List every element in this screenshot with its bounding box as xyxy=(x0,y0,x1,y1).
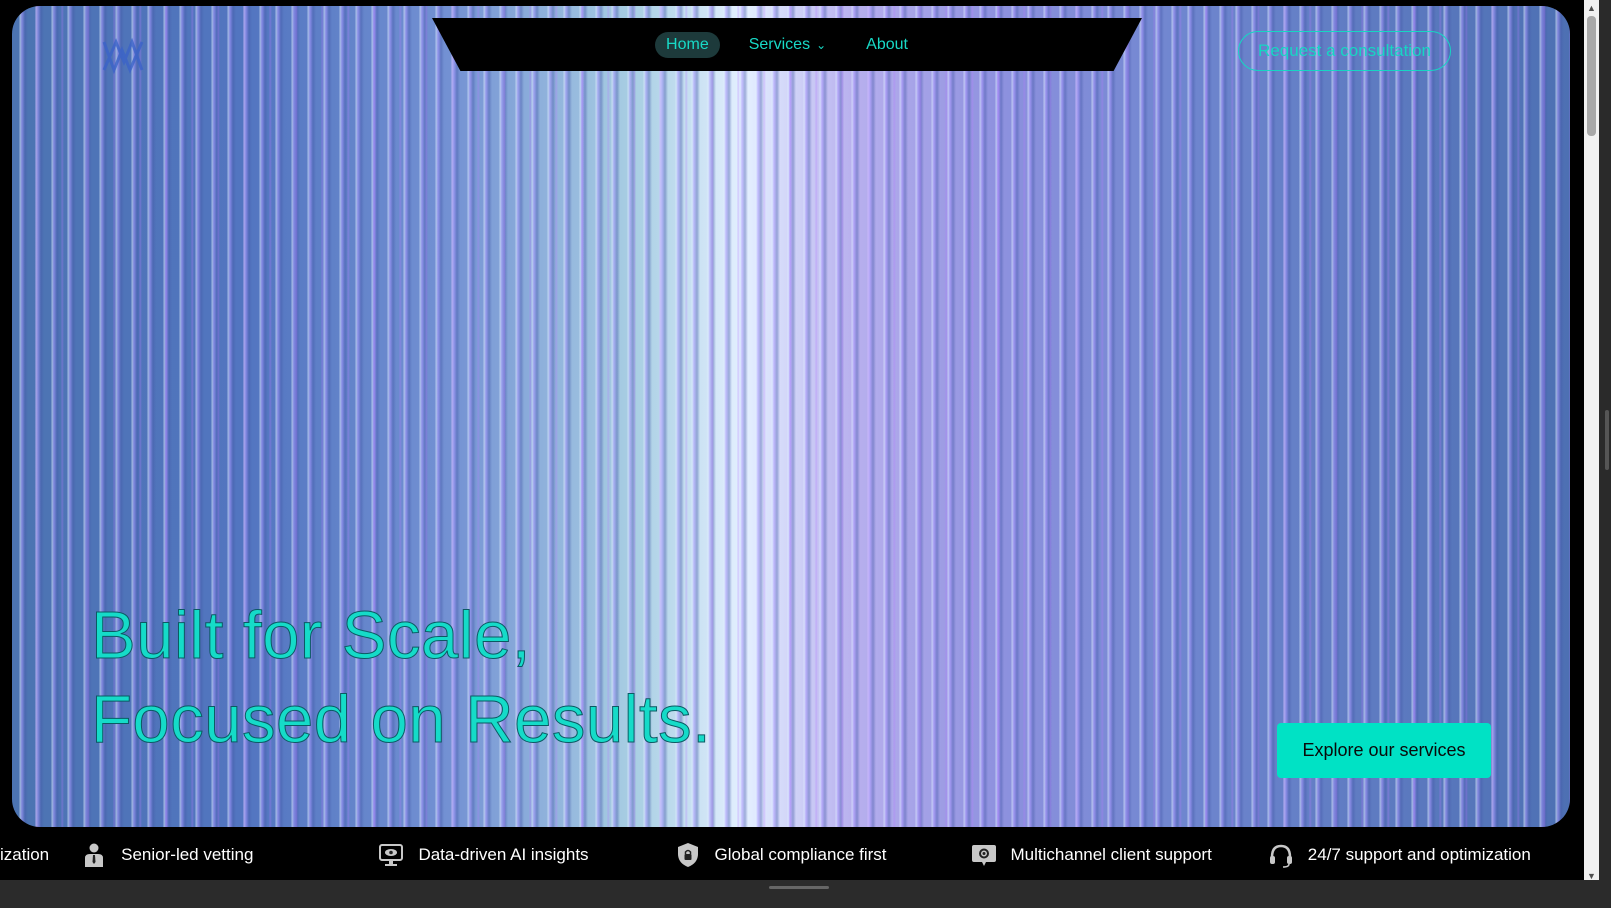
brand-logo-icon[interactable] xyxy=(100,36,146,76)
ticker-item: Global compliance first xyxy=(675,842,887,868)
main-nav: Home Services ⌄ About xyxy=(432,18,1142,71)
hero-section: Home Services ⌄ About Request a consultat… xyxy=(12,6,1570,827)
hero-headline-line-2: Focused on Results. xyxy=(90,682,712,758)
bottom-drag-handle[interactable] xyxy=(769,886,829,889)
nav-item-services-label: Services xyxy=(748,36,811,53)
hero-headline: Built for Scale, Focused on Results. xyxy=(90,594,712,762)
resize-handle[interactable] xyxy=(1605,410,1609,470)
scrollbar-thumb[interactable] xyxy=(1587,16,1596,136)
ticker-item-label: 24/7 support and optimization xyxy=(1307,845,1531,864)
request-consultation-button[interactable]: Request a consultation xyxy=(1238,31,1451,71)
ticker-item-label: Senior-led vetting xyxy=(121,845,254,864)
explore-services-button[interactable]: Explore our services xyxy=(1277,723,1491,778)
ticker-item: 24/7 support and optimization xyxy=(1268,842,1531,868)
features-ticker: ization Senior-led vetting Data-driven A… xyxy=(0,830,1580,880)
nav-item-home[interactable]: Home xyxy=(655,32,720,58)
window-right-edge xyxy=(1599,0,1611,908)
ticker-item-label: Global compliance first xyxy=(714,845,887,864)
ticker-item-label: Multichannel client support xyxy=(1010,845,1212,864)
ticker-item: ization xyxy=(0,845,49,865)
ticker-item: Multichannel client support xyxy=(971,842,1212,868)
person-icon xyxy=(85,843,104,867)
ticker-item: Data-driven AI insights xyxy=(378,842,589,868)
shield-lock-icon xyxy=(677,843,698,867)
window-bottom-bar xyxy=(0,880,1611,908)
nav-item-services[interactable]: Services ⌄ xyxy=(738,32,837,58)
hero-headline-line-1: Built for Scale, xyxy=(91,598,531,674)
headset-icon xyxy=(1269,844,1292,868)
ticker-item: Senior-led vetting xyxy=(81,842,253,868)
monitor-eye-icon xyxy=(379,844,404,866)
ticker-item-label: ization xyxy=(0,845,50,864)
gear-chat-icon xyxy=(971,845,996,866)
ticker-item-label: Data-driven AI insights xyxy=(418,845,589,864)
chevron-down-icon: ⌄ xyxy=(816,38,827,52)
scroll-up-arrow-icon[interactable]: ▲ xyxy=(1584,0,1599,16)
vertical-scrollbar[interactable]: ▲ ▼ xyxy=(1584,0,1599,884)
nav-item-about[interactable]: About xyxy=(855,32,919,58)
